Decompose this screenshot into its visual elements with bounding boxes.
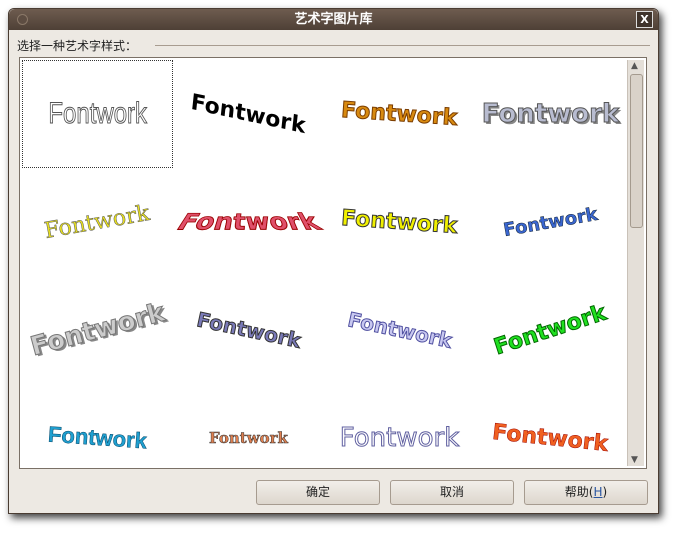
fontwork-preview-text: Fontwork xyxy=(491,300,610,361)
fontwork-preview-text: Fontwork xyxy=(43,200,152,244)
fontwork-preview-text: Fontwork xyxy=(340,97,459,131)
fontwork-preview-text: Fontwork xyxy=(47,421,148,454)
fontwork-style-13[interactable]: Fontwork xyxy=(22,384,173,468)
fontwork-preview-text: Fontwork xyxy=(345,307,454,353)
fontwork-preview-text: Fontwork xyxy=(189,89,308,139)
scroll-down-icon[interactable]: ▼ xyxy=(631,455,638,465)
scroll-up-icon[interactable]: ▲ xyxy=(631,61,638,71)
fontwork-style-11[interactable]: Fontwork xyxy=(324,276,475,384)
fontwork-preview-text: Fontwork xyxy=(48,97,148,131)
fontwork-preview-text: Fontwork xyxy=(339,423,460,454)
ok-button[interactable]: 确定 xyxy=(256,480,380,505)
fontwork-style-15[interactable]: Fontwork xyxy=(324,384,475,468)
fontwork-style-4[interactable]: Fontwork xyxy=(475,60,626,168)
cancel-button[interactable]: 取消 xyxy=(390,480,514,505)
fontwork-style-9[interactable]: Fontwork xyxy=(22,276,173,384)
fontwork-style-7[interactable]: Fontwork xyxy=(324,168,475,276)
help-label: 帮助( xyxy=(564,485,594,499)
fontwork-style-8[interactable]: Fontwork xyxy=(475,168,626,276)
fontwork-style-6[interactable]: Fontwork xyxy=(169,168,328,276)
window-menu-icon[interactable] xyxy=(17,14,28,25)
vertical-scrollbar[interactable]: ▲ ▼ xyxy=(627,60,644,466)
fontwork-preview-text: Fontwork xyxy=(340,205,459,239)
fontwork-preview-text: Fontwork xyxy=(194,307,303,353)
fontwork-preview-text: Fontwork xyxy=(169,210,328,237)
help-button[interactable]: 帮助(H) xyxy=(524,480,648,505)
fontwork-style-3[interactable]: Fontwork xyxy=(324,60,475,168)
window-title: 艺术字图片库 xyxy=(294,12,373,27)
title-bar: 艺术字图片库 X xyxy=(9,9,658,30)
fontwork-style-1[interactable]: Fontwork xyxy=(22,60,173,168)
scrollbar-thumb[interactable] xyxy=(630,74,643,228)
fontwork-style-14[interactable]: Fontwork xyxy=(173,384,324,468)
fontwork-preview-text: Fontwork xyxy=(491,419,610,457)
fontwork-style-5[interactable]: Fontwork xyxy=(22,168,173,276)
fontwork-style-12[interactable]: Fontwork xyxy=(475,276,626,384)
fontwork-gallery: Fontwork Fontwork Fontwork Fontwork Fontwork… xyxy=(19,57,647,469)
fontwork-preview-text: Fontwork xyxy=(209,429,288,448)
fontwork-preview-text: Fontwork xyxy=(501,203,600,241)
help-mnemonic: H xyxy=(593,485,603,499)
fontwork-gallery-dialog: 艺术字图片库 X 选择一种艺术字样式： Fontwork Fontwork Font… xyxy=(8,8,659,514)
help-label-close: ) xyxy=(602,485,608,499)
select-style-label: 选择一种艺术字样式： xyxy=(17,39,138,53)
fontwork-style-10[interactable]: Fontwork xyxy=(173,276,324,384)
fontwork-preview-text: Fontwork xyxy=(27,297,169,363)
fontwork-style-16[interactable]: Fontwork xyxy=(475,384,626,468)
separator xyxy=(155,45,650,46)
fontwork-preview-text: Fontwork xyxy=(481,99,620,130)
fontwork-style-2[interactable]: Fontwork xyxy=(173,60,324,168)
close-button[interactable]: X xyxy=(636,11,653,28)
